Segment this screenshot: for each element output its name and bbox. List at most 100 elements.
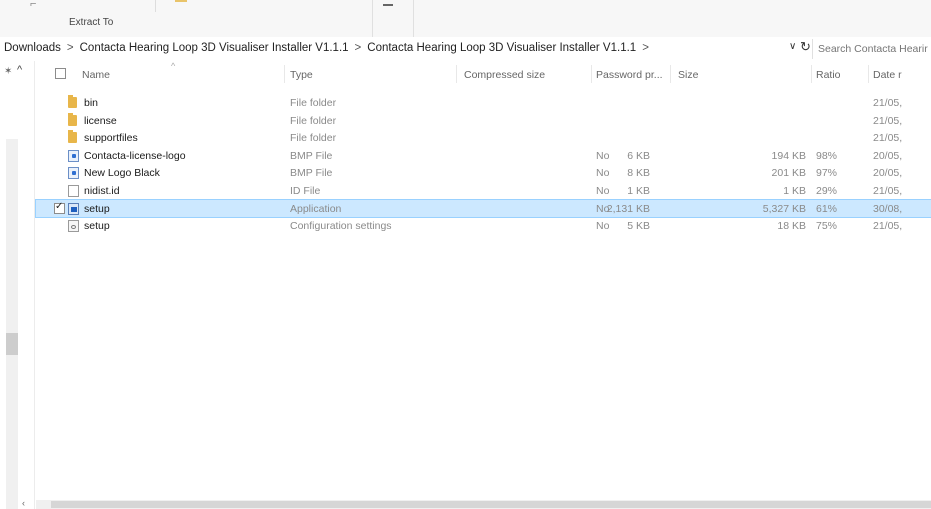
file-size: 1 KB — [783, 184, 806, 197]
file-compressed-size: 6 KB — [627, 149, 650, 162]
file-row[interactable]: bin File folder 21/05, — [36, 94, 931, 112]
file-name: setup — [84, 202, 110, 215]
file-row[interactable]: supportfiles File folder 21/05, — [36, 129, 931, 147]
file-type: Application — [290, 202, 342, 215]
nav-scrollbar[interactable] — [6, 139, 18, 509]
breadcrumb: Downloads > Contacta Hearing Loop 3D Visua… — [4, 42, 655, 54]
search-input[interactable] — [818, 43, 931, 55]
file-date: 20/05, — [873, 149, 903, 162]
column-size[interactable]: Size — [678, 69, 698, 81]
folder-icon — [68, 130, 77, 144]
file-compressed-size: 5 KB — [627, 220, 650, 233]
file-row[interactable]: New Logo Black BMP File 8 KB No 201 KB 9… — [36, 164, 931, 182]
file-date: 21/05, — [873, 132, 903, 145]
file-type: BMP File — [290, 149, 333, 162]
file-name: setup — [84, 220, 110, 233]
column-date[interactable]: Date r — [873, 69, 902, 81]
file-size: 18 KB — [777, 220, 806, 233]
nav-scrollbar-thumb[interactable] — [6, 333, 18, 355]
file-type: File folder — [290, 132, 337, 145]
breadcrumb-separator: > — [354, 42, 362, 54]
row-checkbox[interactable] — [54, 201, 65, 214]
column-divider[interactable] — [868, 65, 869, 83]
sort-indicator-icon: ^ — [171, 61, 176, 71]
column-type[interactable]: Type — [290, 69, 313, 81]
file-size: 201 KB — [771, 167, 806, 180]
file-ratio: 75% — [816, 220, 838, 233]
column-password[interactable]: Password pr... — [596, 69, 663, 81]
config-file-icon — [68, 220, 79, 233]
refresh-icon[interactable]: ↻ — [800, 39, 811, 55]
folder-icon — [68, 112, 77, 126]
ribbon-divider — [413, 0, 414, 37]
horizontal-scrollbar-thumb[interactable] — [51, 501, 931, 508]
file-row-selected[interactable]: setup Application 2,131 KB No 5,327 KB 6… — [35, 198, 931, 219]
breadcrumb-separator: > — [66, 42, 74, 54]
file-compressed-size: 8 KB — [627, 167, 650, 180]
scroll-left-icon[interactable]: ‹ — [22, 498, 25, 508]
file-type: BMP File — [290, 167, 333, 180]
nav-divider — [34, 61, 35, 509]
file-icon — [68, 184, 79, 197]
file-type: File folder — [290, 97, 337, 109]
application-icon — [68, 202, 79, 215]
file-date: 21/05, — [873, 114, 903, 127]
breadcrumb-separator[interactable]: > — [642, 42, 649, 54]
file-size: 194 KB — [771, 149, 806, 162]
column-divider[interactable] — [456, 65, 457, 83]
column-divider[interactable] — [284, 65, 285, 83]
file-name: license — [84, 114, 117, 127]
file-type: Configuration settings — [290, 220, 392, 233]
column-divider[interactable] — [670, 65, 671, 83]
extract-to-button[interactable]: Extract To — [69, 17, 113, 28]
file-password: No — [596, 184, 610, 197]
horizontal-scrollbar[interactable] — [36, 500, 931, 509]
address-bar[interactable]: Downloads > Contacta Hearing Loop 3D Visua… — [0, 37, 931, 62]
file-row[interactable]: license File folder 21/05, — [36, 112, 931, 130]
file-name: nidist.id — [84, 184, 120, 197]
file-name: Contacta-license-logo — [84, 149, 186, 162]
file-name: New Logo Black — [84, 167, 160, 180]
file-ratio: 98% — [816, 149, 838, 162]
breadcrumb-item[interactable]: Downloads — [4, 42, 61, 54]
file-name: bin — [84, 97, 99, 109]
file-date: 30/08, — [873, 202, 903, 215]
file-compressed-size: 2,131 KB — [606, 202, 650, 215]
collapse-up-icon[interactable]: ^ — [17, 64, 22, 76]
select-all-checkbox[interactable] — [55, 68, 66, 79]
address-dropdown-icon[interactable]: ∨ — [789, 41, 796, 52]
folder-icon — [68, 95, 77, 108]
pin-icon: ⌐ — [30, 0, 37, 10]
column-name[interactable]: Name — [82, 69, 110, 81]
column-ratio[interactable]: Ratio — [816, 69, 841, 81]
column-divider[interactable] — [811, 65, 812, 83]
file-date: 21/05, — [873, 220, 903, 233]
file-row[interactable]: nidist.id ID File 1 KB No 1 KB 29% 21/05… — [36, 182, 931, 200]
column-compressed-size[interactable]: Compressed size — [464, 69, 545, 81]
breadcrumb-item[interactable]: Contacta Hearing Loop 3D Visualiser Inst… — [367, 42, 636, 54]
file-row[interactable]: setup Configuration settings 5 KB No 18 … — [36, 217, 931, 235]
file-name: supportfiles — [84, 132, 138, 145]
column-header: ^ Name Type Compressed size Password pr.… — [36, 61, 931, 86]
bmp-file-icon — [68, 167, 79, 180]
file-date: 21/05, — [873, 97, 903, 109]
ribbon-divider — [155, 0, 156, 12]
file-ratio: 97% — [816, 167, 838, 180]
file-row[interactable]: Contacta-license-logo BMP File 6 KB No 1… — [36, 147, 931, 165]
file-password: No — [596, 202, 610, 215]
file-password: No — [596, 220, 610, 233]
file-date: 21/05, — [873, 184, 903, 197]
pin-icon[interactable]: ✶ — [4, 66, 12, 77]
address-divider — [812, 39, 813, 59]
file-list: bin File folder 21/05, license File fold… — [35, 94, 931, 235]
ribbon: ⌐ Extract To — [0, 0, 931, 38]
minimize-ribbon-icon[interactable] — [383, 4, 393, 6]
ribbon-folder-icon — [175, 0, 187, 2]
file-date: 20/05, — [873, 167, 903, 180]
breadcrumb-item[interactable]: Contacta Hearing Loop 3D Visualiser Inst… — [80, 42, 349, 54]
navigation-pane: ✶ ^ — [0, 61, 36, 509]
file-password: No — [596, 167, 610, 180]
bmp-file-icon — [68, 149, 79, 162]
file-ratio: 61% — [816, 202, 838, 215]
column-divider[interactable] — [591, 65, 592, 83]
